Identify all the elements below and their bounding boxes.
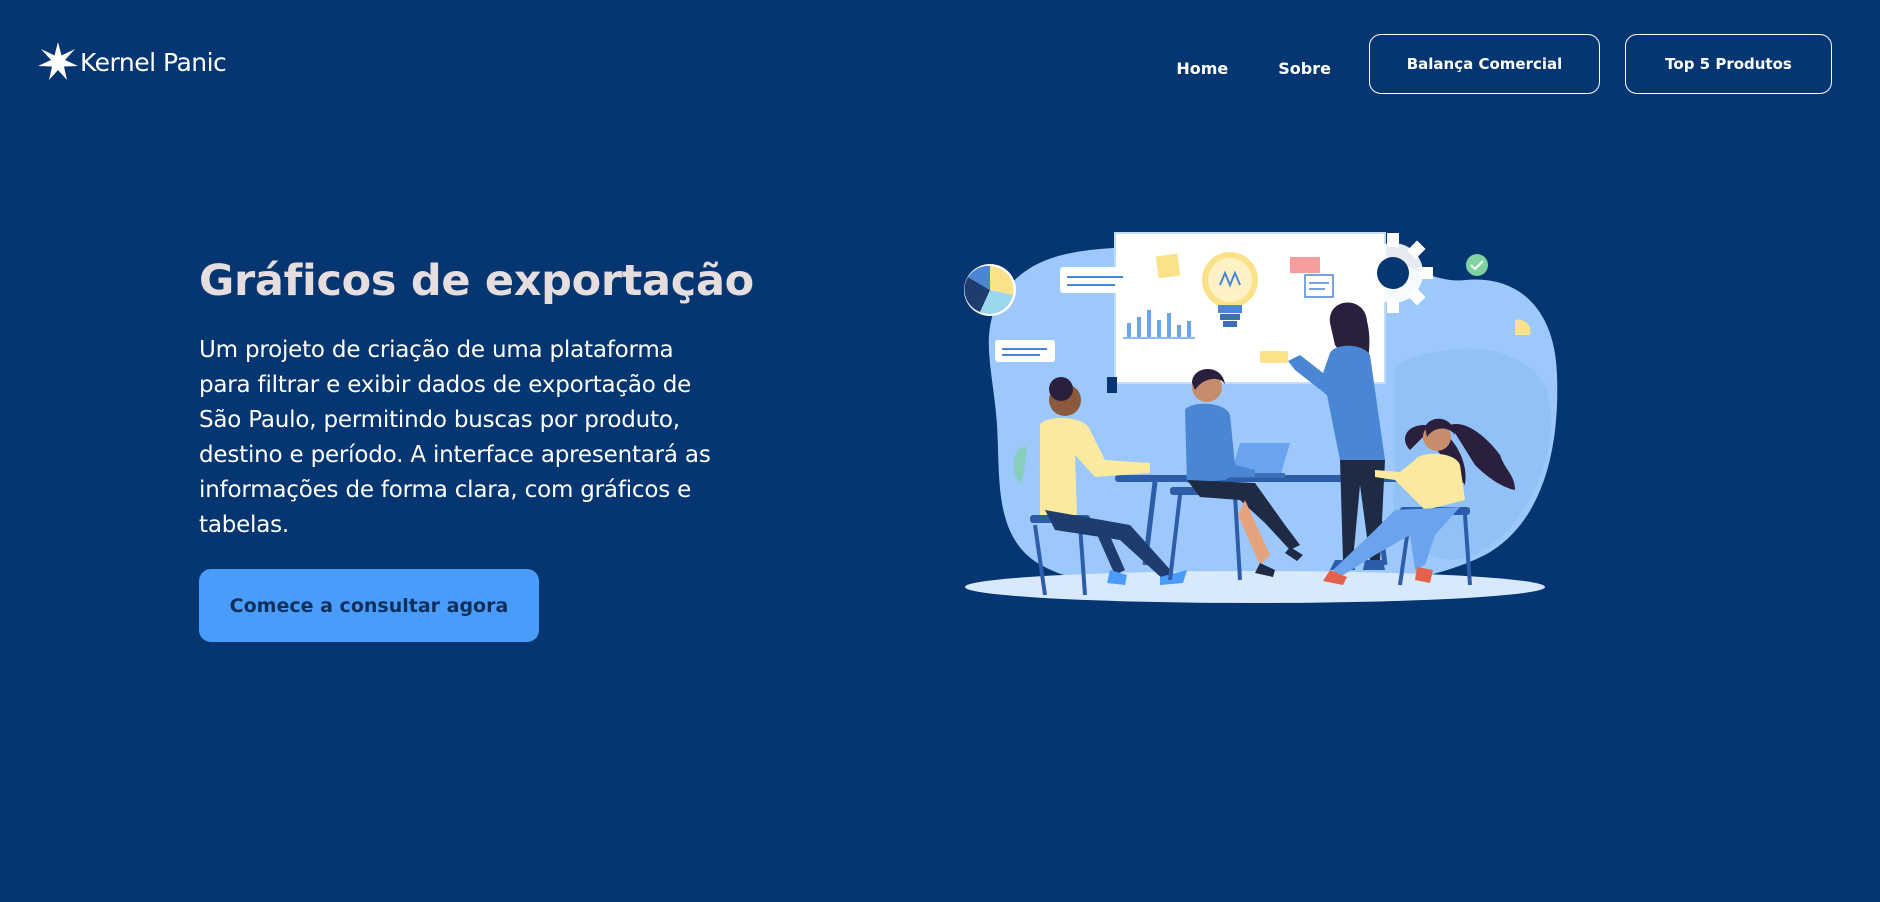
nav-link-home[interactable]: Home <box>1176 51 1228 77</box>
landing-page: Kernel Panic Home Sobre Balança Comercia… <box>0 0 1880 902</box>
brand-logo[interactable]: Kernel Panic <box>36 40 227 84</box>
hero-title: Gráficos de exportação <box>199 256 754 306</box>
star-logo-icon <box>36 40 80 84</box>
top-5-produtos-button[interactable]: Top 5 Produtos <box>1625 34 1832 94</box>
team-meeting-illustration <box>955 225 1565 615</box>
balanca-comercial-button[interactable]: Balança Comercial <box>1369 34 1600 94</box>
hero-description: Um projeto de criação de uma plataforma … <box>199 337 711 538</box>
brand-name: Kernel Panic <box>80 47 227 77</box>
nav-link-sobre[interactable]: Sobre <box>1278 51 1331 77</box>
main-nav: Home Sobre Balança Comercial Top 5 Produ… <box>1176 34 1832 94</box>
start-consulting-button[interactable]: Comece a consultar agora <box>199 569 539 642</box>
